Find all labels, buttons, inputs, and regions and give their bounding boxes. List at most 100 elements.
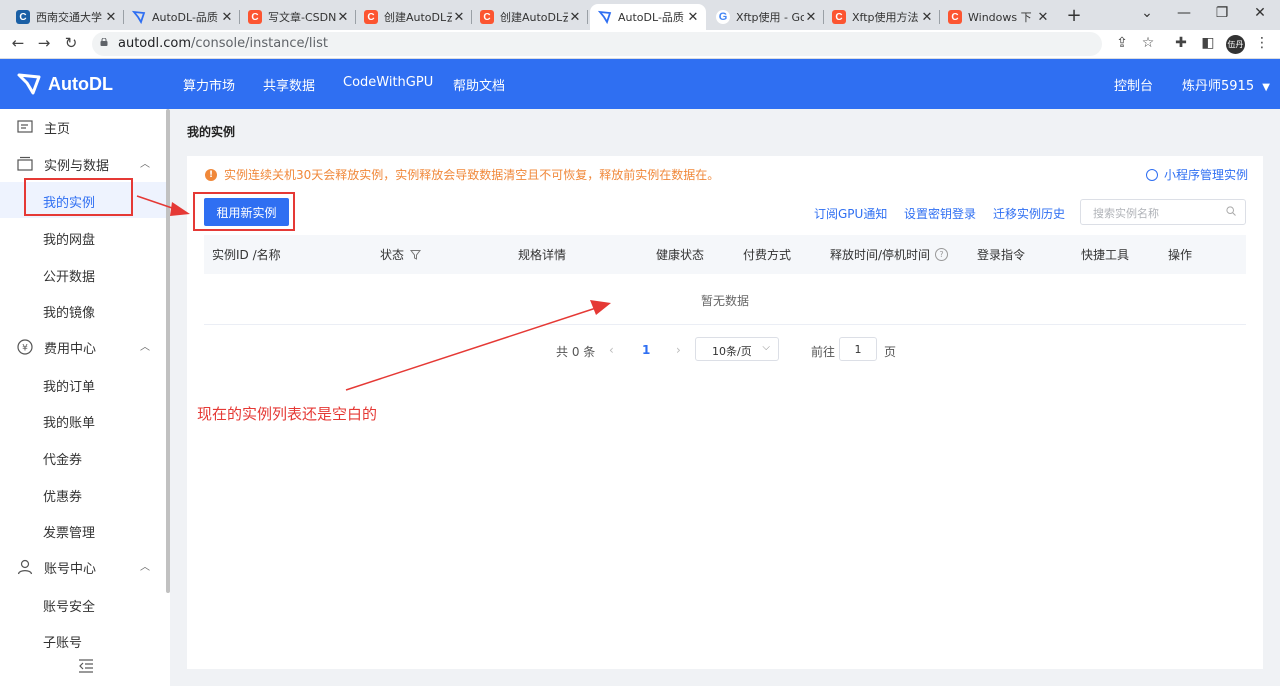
column-header-label: 释放时间/停机时间	[830, 248, 931, 262]
collapse-menu-icon[interactable]	[78, 659, 94, 673]
user-icon	[17, 559, 33, 575]
sidebar-item-home[interactable]: 主页	[0, 109, 166, 145]
browser-tab[interactable]: C 西南交通大学 ✕	[8, 4, 124, 30]
browser-tab[interactable]: C 创建AutoDL云 ✕	[356, 4, 472, 30]
csdn-favicon-icon: C	[480, 10, 494, 24]
close-icon[interactable]: ✕	[920, 10, 934, 25]
chevron-up-icon: ︿	[140, 562, 150, 573]
browser-tab[interactable]: C 创建AutoDL云 ✕	[472, 4, 588, 30]
profile-avatar[interactable]: 伍丹	[1226, 35, 1245, 54]
browser-tab[interactable]: C 写文章-CSDN ✕	[240, 4, 356, 30]
prev-page-icon[interactable]: ‹	[609, 343, 614, 357]
set-ssh-key-link[interactable]: 设置密钥登录	[904, 205, 976, 222]
pagination-total: 共 0 条	[556, 345, 596, 359]
minimize-icon[interactable]: —	[1174, 5, 1194, 21]
browser-tab[interactable]: C Xftp使用方法 ✕	[824, 4, 940, 30]
subscribe-gpu-notify-link[interactable]: 订阅GPU通知	[814, 205, 887, 222]
sidebar-group-account[interactable]: 账号中心 ︿	[0, 549, 166, 585]
side-panel-icon[interactable]: ◧	[1199, 35, 1217, 51]
next-page-icon[interactable]: ›	[676, 343, 681, 357]
sidebar-item-public-data[interactable]: 公开数据	[0, 256, 166, 292]
search-icon[interactable]	[1226, 206, 1236, 216]
browser-tab-active[interactable]: AutoDL-品质 ✕	[590, 4, 706, 30]
reload-icon[interactable]: ↻	[62, 34, 80, 52]
back-icon[interactable]: ←	[9, 34, 27, 52]
sidebar-item-my-images[interactable]: 我的镜像	[0, 292, 166, 328]
page-size-value: 10条/页	[712, 345, 752, 358]
notice-text: 实例连续关机30天会释放实例，实例释放会导致数据清空且不可恢复，释放前实例在数据…	[224, 168, 720, 182]
sidebar-item-label: 发票管理	[43, 526, 96, 541]
forward-icon[interactable]: →	[35, 34, 53, 52]
nav-console[interactable]: 控制台	[1114, 75, 1153, 94]
nav-shared-data[interactable]: 共享数据	[263, 75, 315, 94]
column-header-status[interactable]: 状态	[380, 246, 422, 263]
close-icon[interactable]: ✕	[220, 10, 234, 25]
app-header: AutoDL 算力市场 共享数据 CodeWithGPU 帮助文档 控制台 炼丹…	[0, 59, 1280, 109]
browser-tab[interactable]: G Xftp使用 - Go ✕	[708, 4, 824, 30]
column-header-release-time: 释放时间/停机时间 ?	[830, 246, 949, 263]
tab-title: 西南交通大学	[36, 11, 102, 24]
column-header-spec: 规格详情	[518, 248, 567, 262]
help-circle-icon[interactable]: ?	[935, 248, 949, 261]
logo-text: AutoDL	[48, 73, 113, 94]
sidebar-item-coupons[interactable]: 优惠券	[0, 476, 166, 512]
search-input[interactable]	[1091, 201, 1225, 225]
maximize-icon[interactable]: ❐	[1212, 5, 1232, 21]
tab-title: 创建AutoDL云	[384, 11, 452, 24]
sidebar-item-account-security[interactable]: 账号安全	[0, 586, 166, 622]
browser-tab[interactable]: C Windows 下 ✕	[940, 4, 1056, 30]
sidebar-item-my-orders[interactable]: 我的订单	[0, 366, 166, 402]
sidebar-item-invoices[interactable]: 发票管理	[0, 512, 166, 548]
nav-codewithgpu[interactable]: CodeWithGPU	[343, 75, 433, 90]
sidebar-item-label: 优惠券	[43, 490, 83, 505]
user-menu[interactable]: 炼丹师5915 ▼	[1182, 75, 1270, 94]
column-header-actions: 操作	[1168, 248, 1193, 262]
close-icon[interactable]: ✕	[104, 10, 118, 25]
mini-program-link[interactable]: 小程序管理实例	[1146, 166, 1248, 183]
url-field[interactable]: autodl.com/console/instance/list	[92, 32, 1102, 56]
window-close-icon[interactable]: ✕	[1250, 5, 1270, 21]
close-icon[interactable]: ✕	[804, 10, 818, 25]
sidebar-item-label: 我的订单	[43, 380, 96, 395]
close-icon[interactable]: ✕	[568, 10, 582, 25]
close-icon[interactable]: ✕	[686, 10, 700, 25]
nav-help-docs[interactable]: 帮助文档	[453, 75, 505, 94]
annotation-highlight-box	[24, 178, 133, 216]
more-menu-icon[interactable]: ⋮	[1253, 35, 1271, 51]
annotation-highlight-box	[193, 192, 295, 231]
empty-text: 暂无数据	[700, 294, 749, 308]
browser-tab[interactable]: AutoDL-品质 ✕	[124, 4, 240, 30]
goto-page-input[interactable]	[839, 337, 877, 361]
sidebar-item-my-netdisk[interactable]: 我的网盘	[0, 219, 166, 255]
tab-search-chevron-icon[interactable]: ⌄	[1137, 5, 1157, 21]
autodl-logo[interactable]: AutoDL	[16, 71, 113, 97]
tab-title: Xftp使用 - Go	[736, 11, 804, 24]
close-icon[interactable]: ✕	[336, 10, 350, 25]
sidebar-group-label: 实例与数据	[44, 159, 110, 174]
sidebar-item-vouchers[interactable]: 代金券	[0, 439, 166, 475]
page-size-select[interactable]: 10条/页 ⌵	[695, 337, 779, 361]
google-favicon-icon: G	[716, 10, 730, 24]
sidebar-item-label: 子账号	[43, 636, 83, 651]
filter-icon[interactable]	[410, 249, 422, 260]
nav-compute-market[interactable]: 算力市场	[183, 75, 235, 94]
share-icon[interactable]: ⇪	[1113, 35, 1131, 51]
table-empty-row: 暂无数据	[204, 274, 1246, 325]
sidebar-item-my-bills[interactable]: 我的账单	[0, 402, 166, 438]
chevron-up-icon: ︿	[140, 159, 150, 170]
sidebar-group-instances[interactable]: 实例与数据 ︿	[0, 146, 166, 182]
csdn-favicon-icon: C	[364, 10, 378, 24]
new-tab-icon[interactable]: +	[1064, 5, 1084, 26]
close-icon[interactable]: ✕	[452, 10, 466, 25]
page-number-current[interactable]: 1	[642, 343, 650, 357]
sidebar-item-sub-accounts[interactable]: 子账号	[0, 622, 166, 658]
star-icon[interactable]: ☆	[1139, 35, 1157, 51]
close-icon[interactable]: ✕	[1036, 10, 1050, 25]
url-text: autodl.com/console/instance/list	[118, 36, 329, 51]
table-header: 实例ID /名称 状态 规格详情 健康状态 付费方式 释放时间/停机时间 ? 登…	[204, 235, 1246, 274]
pagination: 共 0 条 ‹ 1 › 10条/页 ⌵ 前往 页	[0, 337, 1280, 363]
tab-title: 写文章-CSDN	[268, 11, 336, 24]
sidebar-item-label: 账号安全	[43, 600, 96, 615]
extensions-puzzle-icon[interactable]: ✚	[1172, 35, 1190, 51]
migrate-history-link[interactable]: 迁移实例历史	[993, 205, 1065, 222]
